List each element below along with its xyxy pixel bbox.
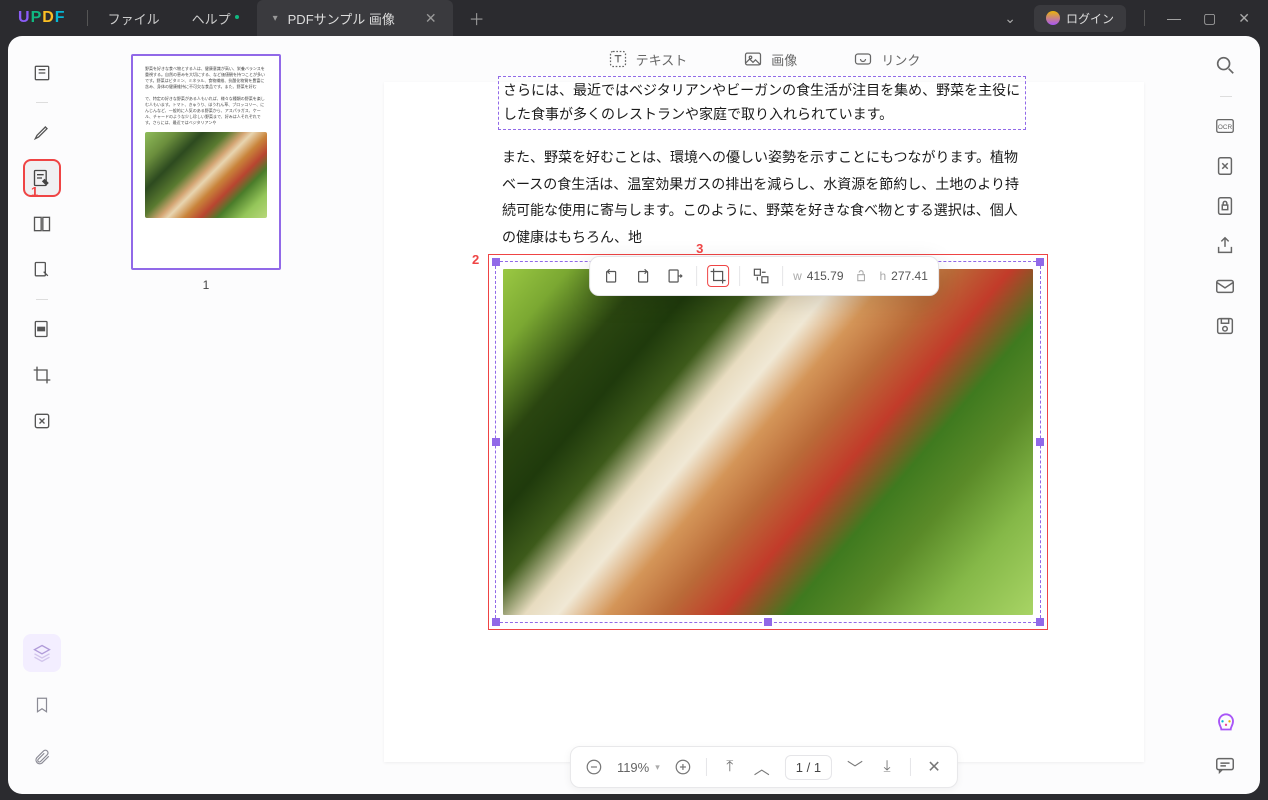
text-block[interactable]: また、野菜を好むことは、環境への優しい姿勢を示すことにもつながります。植物ベース… — [502, 144, 1024, 250]
chevron-down-icon[interactable]: ⌄ — [1000, 10, 1020, 27]
page-thumbnail[interactable]: 野菜を好きな食べ物とする人は、健康意識が高い、栄養バランスを重視する。自然の恵み… — [131, 54, 281, 270]
crop-tool-icon[interactable] — [23, 356, 61, 394]
link-tool-button[interactable]: リンク — [853, 49, 920, 69]
annotation-marker-3: 3 — [696, 241, 703, 256]
height-field[interactable]: h277.41 — [879, 269, 927, 283]
minimize-icon[interactable]: — — [1163, 10, 1185, 26]
link-icon — [853, 49, 873, 69]
image-edit-toolbar: 3 w415.79 h277.41 — [589, 256, 939, 296]
protect-icon[interactable] — [1214, 195, 1238, 219]
highlighter-tool-icon[interactable] — [23, 113, 61, 151]
save-icon[interactable] — [1214, 315, 1238, 339]
zoom-out-icon[interactable] — [585, 758, 603, 776]
ai-assistant-icon[interactable] — [1212, 712, 1240, 740]
image-tool-button[interactable]: 画像 — [743, 49, 797, 69]
crop-image-icon[interactable] — [707, 265, 729, 287]
extract-icon[interactable] — [664, 265, 686, 287]
svg-text:OCR: OCR — [1218, 124, 1233, 131]
ocr-icon[interactable]: OCR — [1214, 115, 1238, 139]
close-icon[interactable]: ✕ — [1234, 10, 1254, 27]
first-page-icon[interactable]: ⤒ — [721, 758, 739, 776]
redact-tool-icon[interactable] — [23, 310, 61, 348]
tab-title: PDFサンプル 画像 — [288, 9, 395, 28]
menu-file[interactable]: ファイル — [92, 9, 176, 28]
image-selection-frame[interactable] — [488, 254, 1048, 630]
maximize-icon[interactable]: ▢ — [1199, 10, 1220, 27]
thumbnail-panel: 野菜を好きな食べ物とする人は、健康意識が高い、栄養バランスを重視する。自然の恵み… — [76, 36, 336, 794]
resize-handle[interactable] — [492, 258, 500, 266]
right-sidebar: OCR — [1192, 36, 1260, 794]
last-page-icon[interactable]: ⤓ — [878, 758, 896, 776]
zoom-level[interactable]: 119%▾ — [617, 760, 660, 775]
tab-dropdown-icon[interactable]: ▾ — [273, 13, 278, 24]
new-tab-button[interactable]: ＋ — [453, 6, 501, 30]
width-field[interactable]: w415.79 — [793, 269, 843, 283]
document-page[interactable]: さらには、最近ではベジタリアンやビーガンの食生活が注目を集め、野菜を主役にした食… — [384, 82, 1144, 762]
lock-aspect-icon[interactable] — [853, 268, 869, 284]
resize-handle[interactable] — [492, 438, 500, 446]
bookmark-icon[interactable] — [23, 686, 61, 724]
comment-icon[interactable] — [1214, 754, 1238, 778]
search-icon[interactable] — [1214, 54, 1238, 78]
avatar-icon — [1046, 11, 1060, 25]
edit-tool-icon[interactable] — [23, 159, 61, 197]
close-controls-icon[interactable]: ✕ — [925, 758, 943, 776]
login-button[interactable]: ログイン — [1034, 5, 1126, 32]
image-icon — [743, 49, 763, 69]
thumbnail-image — [145, 132, 267, 218]
left-sidebar — [8, 36, 76, 794]
resize-handle[interactable] — [1036, 438, 1044, 446]
page-controls: 119%▾ ⤒ ︿ 1 / 1 ﹀ ⤓ ✕ — [570, 746, 958, 788]
layers-icon[interactable] — [23, 634, 61, 672]
annotation-marker-2: 2 — [472, 252, 479, 267]
menu-help[interactable]: ヘルプ — [176, 9, 247, 28]
share-icon[interactable] — [1214, 235, 1238, 259]
text-icon — [608, 49, 628, 69]
replace-image-icon[interactable] — [750, 265, 772, 287]
document-tab[interactable]: ▾ PDFサンプル 画像 ✕ — [257, 0, 453, 36]
resize-handle[interactable] — [764, 618, 772, 626]
annotation-marker-1: 1 — [31, 184, 38, 199]
email-icon[interactable] — [1214, 275, 1238, 299]
document-area: テキスト 画像 リンク さらには、最近ではベジタリアンやビーガンの食生活が注目を… — [336, 36, 1192, 794]
rotate-right-icon[interactable] — [632, 265, 654, 287]
compress-icon[interactable] — [1214, 155, 1238, 179]
attachment-icon[interactable] — [23, 738, 61, 776]
watermark-tool-icon[interactable] — [23, 402, 61, 440]
fill-sign-tool-icon[interactable] — [23, 251, 61, 289]
page-number-field[interactable]: 1 / 1 — [785, 755, 832, 780]
titlebar: UPDF ファイル ヘルプ ▾ PDFサンプル 画像 ✕ ＋ ⌄ ログイン — … — [0, 0, 1268, 36]
app-logo: UPDF — [18, 9, 65, 27]
page-tool-icon[interactable] — [23, 205, 61, 243]
resize-handle[interactable] — [1036, 618, 1044, 626]
zoom-in-icon[interactable] — [674, 758, 692, 776]
embedded-image[interactable] — [503, 269, 1033, 615]
text-block-selected[interactable]: さらには、最近ではベジタリアンやビーガンの食生活が注目を集め、野菜を主役にした食… — [498, 76, 1026, 130]
text-tool-button[interactable]: テキスト — [608, 49, 688, 69]
resize-handle[interactable] — [1036, 258, 1044, 266]
prev-page-icon[interactable]: ︿ — [753, 758, 771, 776]
tab-close-icon[interactable]: ✕ — [425, 10, 437, 27]
reader-tool-icon[interactable] — [23, 54, 61, 92]
next-page-icon[interactable]: ﹀ — [846, 758, 864, 776]
resize-handle[interactable] — [492, 618, 500, 626]
rotate-left-icon[interactable] — [600, 265, 622, 287]
thumbnail-page-number: 1 — [203, 278, 210, 292]
